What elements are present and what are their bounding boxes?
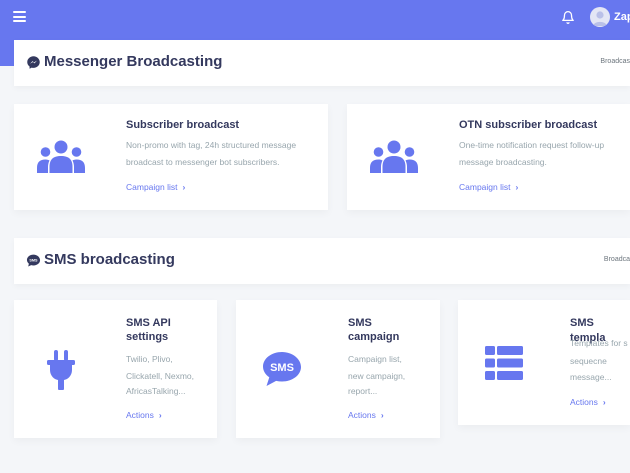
card-title: campaign bbox=[348, 331, 400, 343]
avatar-icon bbox=[593, 11, 607, 26]
breadcrumb[interactable]: Broadcas bbox=[600, 58, 630, 65]
card-description-line: One-time notification request follow-up bbox=[459, 140, 605, 150]
chevron-right-icon: › bbox=[515, 182, 519, 192]
section-title: Messenger Broadcasting bbox=[44, 53, 223, 70]
card-description-line: broadcast to messenger bot subscribers. bbox=[126, 157, 280, 167]
card-description-line: Non-promo with tag, 24h structured messa… bbox=[126, 140, 297, 150]
breadcrumb[interactable]: Broadca bbox=[604, 256, 630, 263]
link-label: Actions bbox=[570, 397, 598, 407]
card-description-line: Clickatell, Nexmo, bbox=[126, 371, 195, 381]
subscriber-broadcast-card: Subscriber broadcast Non-promo with tag,… bbox=[14, 104, 328, 210]
card-description-line: Twilio, Plivo, bbox=[126, 354, 173, 364]
sms-template-card: SMS templa Templates for s sequecne mess… bbox=[458, 300, 630, 425]
users-icon bbox=[370, 140, 418, 173]
sms-icon-text: SMS bbox=[270, 362, 294, 374]
card-description-line: message broadcasting. bbox=[459, 157, 547, 167]
plug-icon bbox=[47, 350, 75, 390]
link-label: Campaign list bbox=[126, 182, 178, 192]
sms-api-settings-card: SMS API settings Twilio, Plivo, Clickate… bbox=[14, 300, 217, 438]
chevron-right-icon: › bbox=[380, 410, 384, 420]
messenger-icon bbox=[27, 56, 40, 69]
actions-link[interactable]: Actions › bbox=[570, 397, 606, 407]
campaign-list-link[interactable]: Campaign list › bbox=[459, 182, 518, 192]
bell-icon[interactable] bbox=[561, 10, 575, 25]
card-title: settings bbox=[126, 331, 169, 343]
sms-campaign-card: SMS SMS campaign Campaign list, new camp… bbox=[236, 300, 440, 438]
messenger-section-header: Messenger Broadcasting Broadcas bbox=[14, 40, 630, 86]
chevron-right-icon: › bbox=[602, 397, 606, 407]
card-description-line: message... bbox=[570, 372, 612, 382]
link-label: Actions bbox=[126, 410, 154, 420]
sms-section-header: SMS SMS broadcasting Broadca bbox=[14, 238, 630, 284]
users-icon bbox=[37, 140, 85, 173]
table-list-icon bbox=[485, 346, 523, 380]
card-description-line: AfricasTalking... bbox=[126, 386, 186, 396]
card-title: OTN subscriber broadcast bbox=[459, 119, 598, 131]
actions-link[interactable]: Actions › bbox=[126, 410, 162, 420]
user-avatar[interactable] bbox=[590, 7, 610, 27]
otn-broadcast-card: OTN subscriber broadcast One-time notifi… bbox=[347, 104, 630, 210]
campaign-list-link[interactable]: Campaign list › bbox=[126, 182, 185, 192]
card-description-line: new campaign, bbox=[348, 371, 406, 381]
sms-chat-icon: SMS bbox=[26, 254, 41, 267]
link-label: Actions bbox=[348, 410, 376, 420]
svg-text:SMS: SMS bbox=[29, 258, 38, 262]
actions-link[interactable]: Actions › bbox=[348, 410, 384, 420]
chevron-right-icon: › bbox=[182, 182, 186, 192]
user-name[interactable]: Zap bbox=[614, 11, 630, 23]
menu-toggle-icon[interactable] bbox=[13, 11, 26, 22]
card-title: SMS API bbox=[126, 317, 171, 329]
section-title: SMS broadcasting bbox=[44, 251, 175, 268]
card-title: Subscriber broadcast bbox=[126, 119, 240, 131]
link-label: Campaign list bbox=[459, 182, 511, 192]
sms-icon: SMS bbox=[263, 352, 301, 386]
card-description-line: sequecne bbox=[570, 356, 607, 366]
card-description-line: Templates for s bbox=[570, 338, 628, 348]
card-title: SMS bbox=[348, 317, 372, 329]
card-description-line: Campaign list, bbox=[348, 354, 402, 364]
chevron-right-icon: › bbox=[158, 410, 162, 420]
card-description-line: report... bbox=[348, 386, 378, 396]
